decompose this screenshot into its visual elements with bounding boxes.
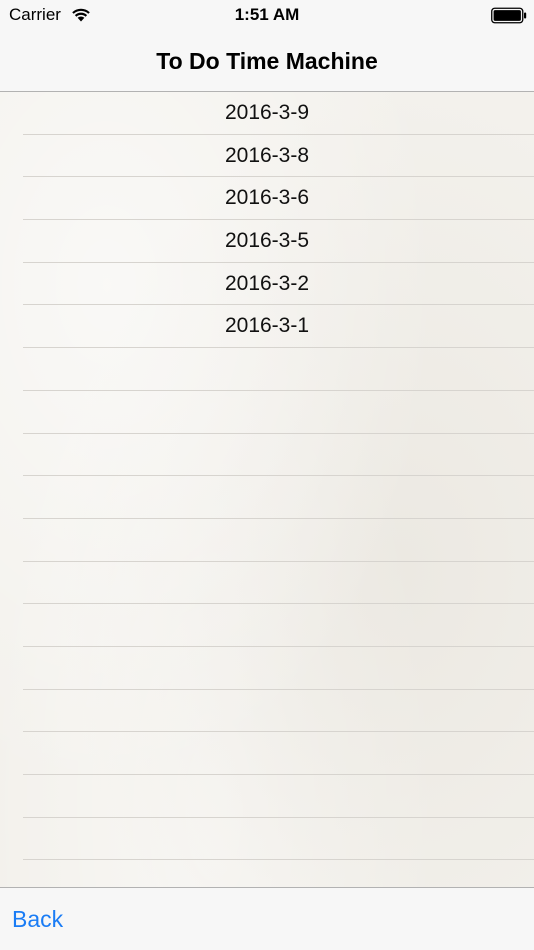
empty-row xyxy=(0,732,534,775)
list-item-label: 2016-3-8 xyxy=(224,143,310,167)
empty-row xyxy=(0,562,534,605)
empty-row xyxy=(0,348,534,391)
list-item-label: 2016-3-1 xyxy=(224,314,310,338)
list-item[interactable]: 2016-3-6 xyxy=(0,177,534,220)
list-item-label: 2016-3-6 xyxy=(224,186,310,210)
navigation-bar: To Do Time Machine xyxy=(0,30,534,92)
empty-row xyxy=(0,476,534,519)
empty-row xyxy=(0,860,534,887)
list-item-label: 2016-3-9 xyxy=(224,101,310,124)
status-bar: Carrier 1:51 AM xyxy=(0,0,534,30)
list-item[interactable]: 2016-3-1 xyxy=(0,305,534,348)
status-time: 1:51 AM xyxy=(234,5,300,24)
empty-row xyxy=(0,391,534,434)
list-item[interactable]: 2016-3-2 xyxy=(0,263,534,306)
list-item-label: 2016-3-5 xyxy=(224,229,310,253)
back-button[interactable]: Back xyxy=(12,905,63,933)
empty-row xyxy=(0,519,534,562)
page-title: To Do Time Machine xyxy=(156,48,378,74)
bottom-toolbar: Back xyxy=(0,887,534,950)
screen: Carrier 1:51 AM To Do Time Machine 2016-… xyxy=(0,0,534,950)
battery-icon xyxy=(491,7,527,24)
date-list[interactable]: 2016-3-9 2016-3-8 2016-3-6 2016-3-5 2016… xyxy=(0,92,534,887)
empty-row xyxy=(0,818,534,861)
empty-row xyxy=(0,604,534,647)
empty-row xyxy=(0,647,534,690)
list-item[interactable]: 2016-3-8 xyxy=(0,135,534,178)
empty-row xyxy=(0,690,534,733)
list-item[interactable]: 2016-3-9 xyxy=(0,92,534,135)
empty-row xyxy=(0,775,534,818)
list-item-label: 2016-3-2 xyxy=(224,271,310,295)
empty-row xyxy=(0,434,534,477)
list-item[interactable]: 2016-3-5 xyxy=(0,220,534,263)
